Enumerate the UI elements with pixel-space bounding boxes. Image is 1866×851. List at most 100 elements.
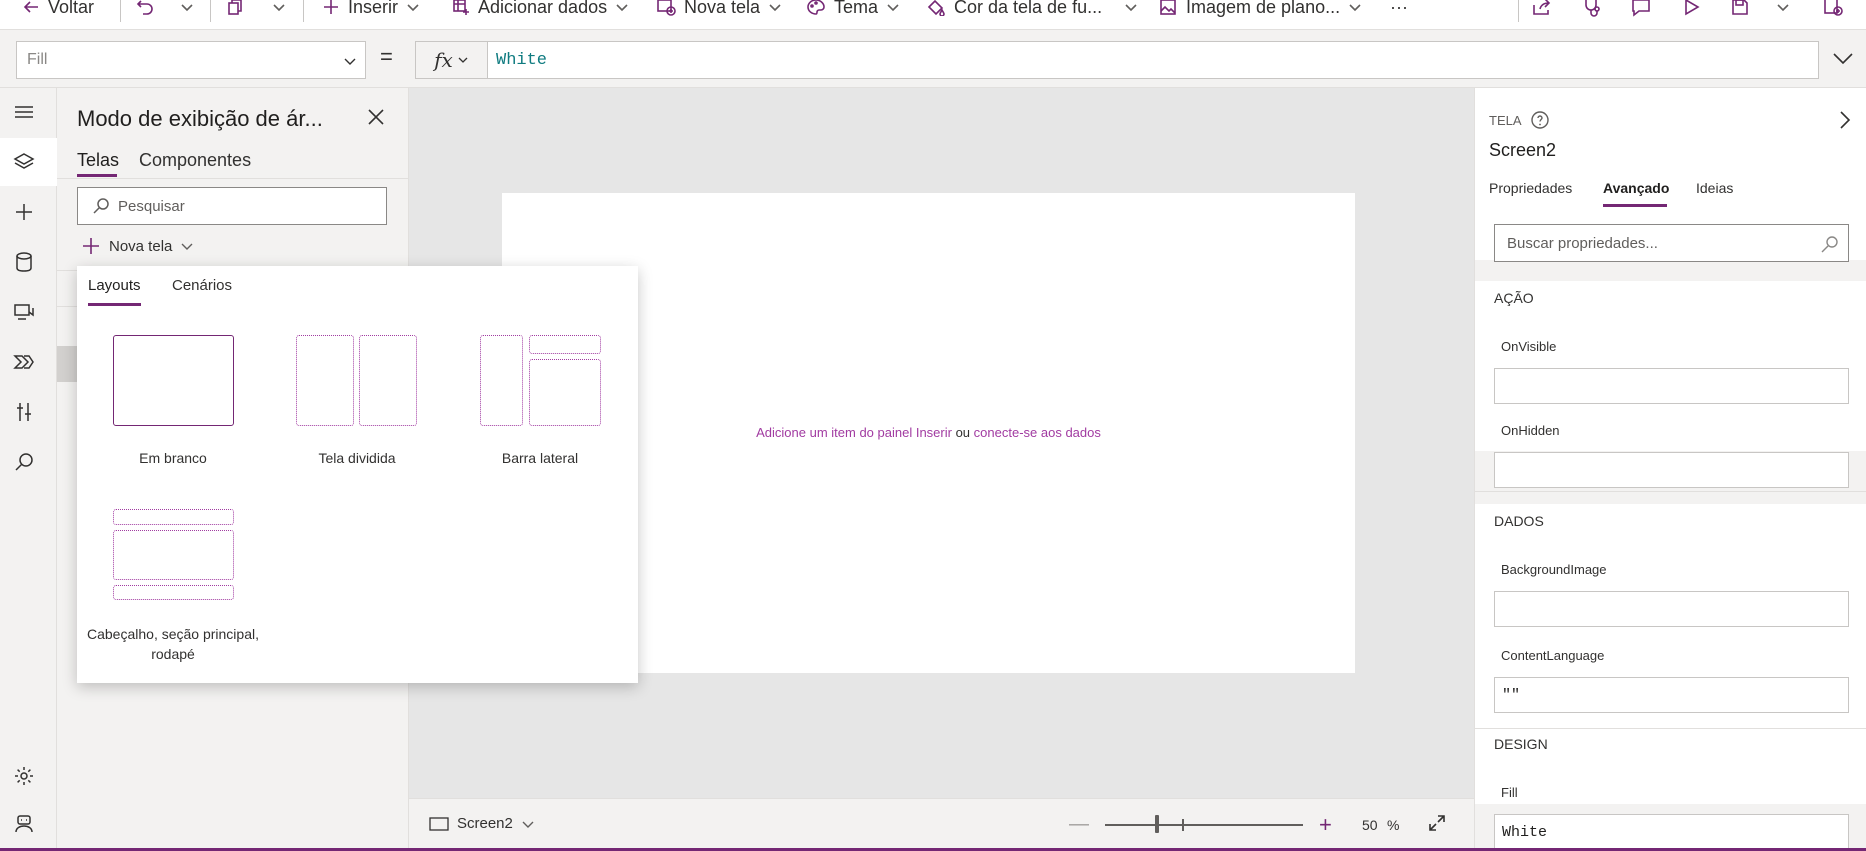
layout-blank-thumbnail[interactable]: [113, 335, 234, 426]
theme-button[interactable]: Tema: [806, 0, 900, 22]
zoom-out-button[interactable]: —: [1069, 813, 1089, 836]
copy-dropdown[interactable]: [272, 0, 286, 22]
layout-blank-label[interactable]: Em branco: [83, 448, 263, 468]
plus-icon[interactable]: [12, 200, 36, 224]
property-dropdown[interactable]: Fill: [16, 41, 366, 79]
insert-panel-link[interactable]: Adicione um item do painel Inserir: [756, 425, 952, 440]
formula-input[interactable]: White: [487, 41, 1819, 79]
save-dropdown[interactable]: [1776, 0, 1790, 22]
chevron-down-icon: [768, 0, 782, 14]
chevron-down-icon: [886, 0, 900, 14]
control-kind: TELA: [1489, 110, 1550, 130]
zoom-in-button[interactable]: +: [1319, 812, 1332, 838]
onhidden-field[interactable]: [1494, 452, 1849, 488]
gear-icon[interactable]: [12, 764, 36, 788]
layout-header-main-footer-label[interactable]: Cabeçalho, seção principal, rodapé: [83, 624, 263, 664]
close-button[interactable]: [367, 108, 385, 126]
tab-properties[interactable]: Propriedades: [1489, 180, 1572, 196]
fit-to-window-button[interactable]: [1427, 813, 1447, 833]
save-button[interactable]: [1730, 0, 1750, 22]
search-input[interactable]: Pesquisar: [77, 187, 387, 225]
hamburger-icon[interactable]: [12, 100, 36, 124]
background-color-button[interactable]: Cor da tela de fu...: [926, 0, 1138, 22]
new-screen-button[interactable]: Nova tela: [656, 0, 782, 22]
chevron-down-icon: [1348, 0, 1362, 14]
image-icon: [1158, 0, 1178, 16]
zoom-value[interactable]: 50: [1362, 817, 1378, 833]
backgroundimage-label: BackgroundImage: [1501, 562, 1607, 577]
onvisible-field[interactable]: [1494, 368, 1849, 404]
search-placeholder: Pesquisar: [118, 197, 185, 215]
add-data-label: Adicionar dados: [478, 0, 608, 17]
zoom-slider-thumb[interactable]: [1155, 815, 1159, 833]
active-tab-indicator: [88, 303, 141, 306]
fx-button[interactable]: fx: [415, 41, 487, 79]
tab-advanced[interactable]: Avançado: [1603, 180, 1669, 196]
share-icon: [1531, 0, 1553, 17]
contentlanguage-field[interactable]: "": [1494, 677, 1849, 713]
layout-split-label[interactable]: Tela dividida: [267, 448, 447, 468]
undo-button[interactable]: [136, 0, 154, 22]
property-search-input[interactable]: Buscar propriedades...: [1494, 224, 1849, 262]
connect-data-link[interactable]: conecte-se aos dados: [974, 425, 1101, 440]
layout-footer: [113, 585, 234, 600]
divider: [57, 178, 409, 179]
chevron-down-icon: [180, 0, 194, 14]
chevron-down-icon: [1776, 0, 1790, 14]
zoom-default-tick: [1182, 819, 1184, 831]
layout-sidebar-thumbnail[interactable]: [480, 335, 601, 426]
screen-selector[interactable]: Screen2: [429, 815, 535, 832]
new-screen-button[interactable]: Nova tela: [81, 233, 194, 259]
media-icon[interactable]: [12, 300, 36, 324]
copy-icon: [226, 0, 244, 16]
power-automate-icon[interactable]: [12, 350, 36, 374]
paint-bucket-icon: [926, 0, 946, 16]
tab-components[interactable]: Componentes: [139, 150, 251, 171]
back-button[interactable]: Voltar: [22, 0, 94, 22]
comment-icon: [1630, 0, 1652, 17]
layout-header-main-footer-thumbnail[interactable]: [113, 509, 234, 600]
undo-dropdown[interactable]: [180, 0, 194, 22]
chevron-down-icon: [180, 239, 194, 253]
fill-field[interactable]: White: [1494, 814, 1849, 850]
expand-formula-button[interactable]: [1832, 50, 1854, 66]
database-icon[interactable]: [12, 250, 36, 274]
more-button[interactable]: ···: [1390, 0, 1408, 22]
divider: [1475, 491, 1866, 492]
canvas-footer: Screen2 — + 50 %: [409, 798, 1474, 851]
layers-icon[interactable]: [12, 150, 36, 174]
search-icon: [1820, 234, 1840, 254]
fill-label: Fill: [1501, 785, 1518, 800]
zoom-slider[interactable]: [1105, 824, 1303, 826]
pane-title: Modo de exibição de ár...: [77, 106, 323, 131]
onhidden-label: OnHidden: [1501, 423, 1560, 438]
chevron-down-icon: [521, 817, 535, 831]
layout-sidebar: [480, 335, 523, 426]
search-icon[interactable]: [12, 450, 36, 474]
tab-ideas[interactable]: Ideias: [1696, 180, 1733, 196]
tab-screens[interactable]: Telas: [77, 150, 119, 171]
control-name[interactable]: Screen2: [1489, 140, 1556, 161]
layout-split-thumbnail[interactable]: [296, 335, 417, 426]
palette-icon: [806, 0, 826, 16]
tab-scenarios[interactable]: Cenários: [172, 277, 232, 294]
help-icon[interactable]: [1530, 110, 1550, 130]
tab-layouts[interactable]: Layouts: [88, 277, 141, 294]
app-checker-button[interactable]: [1581, 0, 1603, 22]
preview-button[interactable]: [1681, 0, 1701, 22]
layout-sidebar-label[interactable]: Barra lateral: [450, 448, 630, 468]
share-button[interactable]: [1531, 0, 1553, 22]
background-color-label: Cor da tela de fu...: [954, 0, 1103, 17]
publish-button[interactable]: [1822, 0, 1844, 22]
tools-icon[interactable]: [12, 400, 36, 424]
backgroundimage-field[interactable]: [1494, 591, 1849, 627]
collapse-pane-button[interactable]: [1837, 110, 1853, 130]
comments-button[interactable]: [1630, 0, 1652, 22]
background-image-button[interactable]: Imagem de plano...: [1158, 0, 1362, 22]
insert-button[interactable]: Inserir: [322, 0, 420, 22]
add-data-button[interactable]: Adicionar dados: [452, 0, 629, 22]
equals-sign: =: [380, 44, 393, 69]
copy-button[interactable]: [226, 0, 244, 22]
new-screen-flyout: Layouts Cenários Em branco Tela dividida…: [77, 266, 638, 683]
virtual-agent-icon[interactable]: [12, 812, 36, 836]
